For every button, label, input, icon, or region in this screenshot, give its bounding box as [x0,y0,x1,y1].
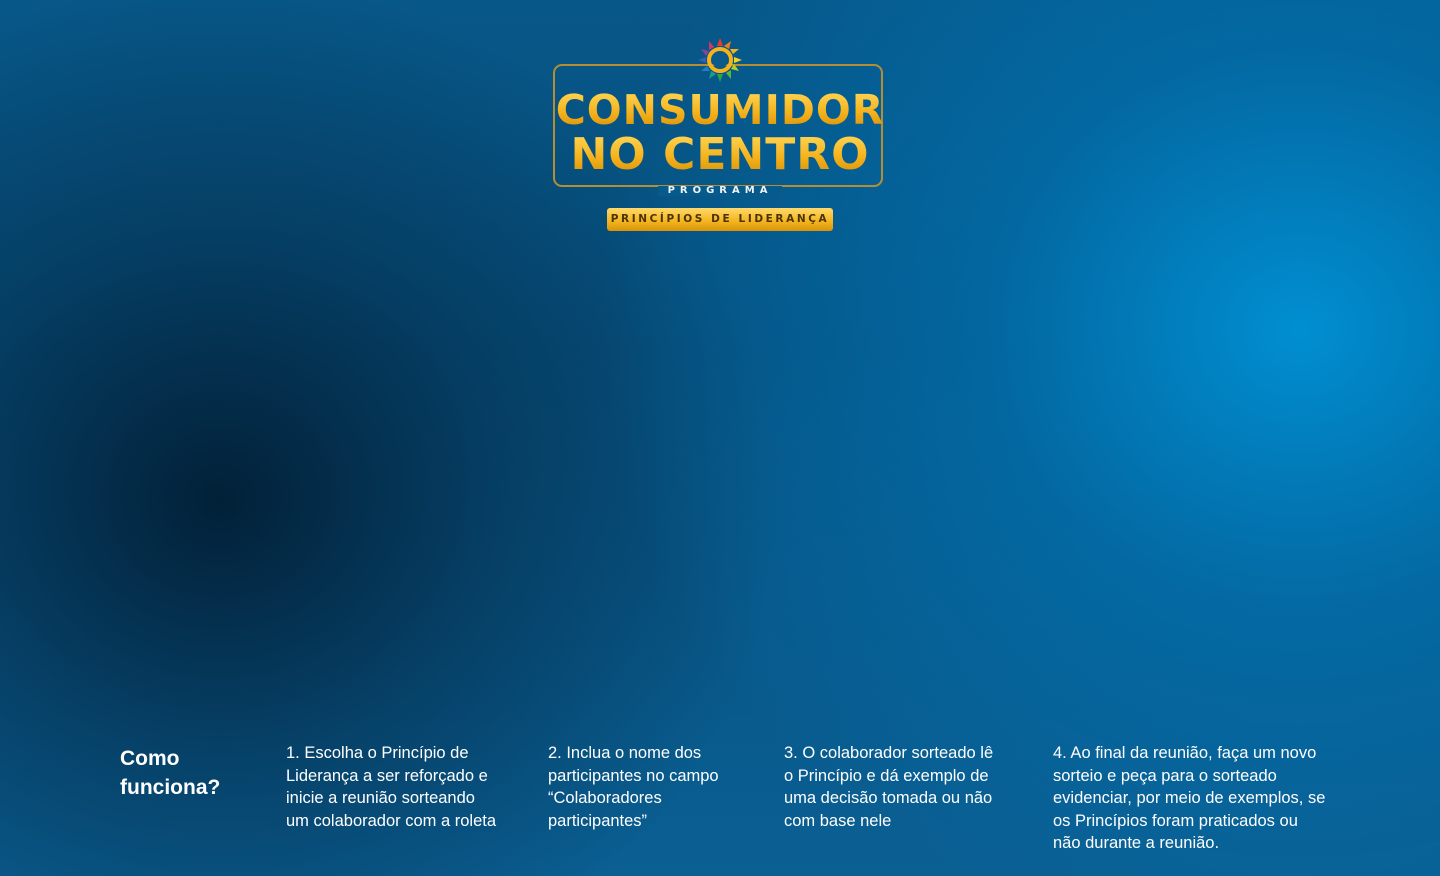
instruction-step-1: 1. Escolha o Princípio de Liderança a se… [286,742,518,832]
instruction-step-3: 3. O colaborador sorteado lê o Princípio… [784,742,1016,832]
logo-badge: PRINCÍPIOS DE LIDERANÇA [607,208,833,231]
heading-line: funciona? [120,776,221,799]
step-line: um colaborador com a roleta [286,811,497,830]
sun-ray [709,71,716,79]
step-line: 3. O colaborador sorteado lê [784,744,994,762]
sun-ray [730,49,739,54]
step-line: com base nele [784,811,892,830]
logo-title-line1: CONSUMIDOR [553,90,887,131]
sun-ray [731,64,739,71]
step-line: evidenciar, por meio de exemplos, se [1053,789,1326,807]
sun-ray [717,74,723,82]
step-line: Liderança a ser reforçado e [286,766,488,785]
step-line: 4. Ao final da reunião, faça um novo [1053,744,1317,762]
sun-ray [698,57,706,63]
logo-subtitle: PROGRAMA [553,181,887,197]
sun-ray [724,41,731,49]
step-line: participantes” [548,811,648,830]
sun-ray [709,41,714,50]
program-logo: CONSUMIDOR NO CENTRO PROGRAMA PRINCÍPIOS… [553,38,887,234]
sun-ray [701,49,709,56]
sun-ray [734,57,742,63]
step-line: o Princípio e dá exemplo de [784,766,989,785]
step-line: inicie a reunião sorteando [286,789,475,807]
sun-icon [698,38,742,82]
instruction-step-4: 4. Ao final da reunião, faça um novo sor… [1053,742,1353,855]
logo-title-line2: NO CENTRO [553,133,887,177]
step-line: “Colaboradores [548,789,662,807]
step-line: os Princípios foram praticados ou [1053,811,1298,830]
step-line: participantes no campo [548,766,719,785]
sun-ray [717,38,723,46]
step-line: não durante a reunião. [1053,834,1220,852]
sun-ray [701,66,710,71]
sun-ray [726,70,731,79]
instructions-heading: Como funciona? [120,744,250,802]
instruction-step-2: 2. Inclua o nome dos participantes no ca… [548,742,748,832]
step-line: uma decisão tomada ou não [784,789,993,807]
logo-subtitle-text: PROGRAMA [657,186,783,196]
heading-line: Como [120,747,180,770]
sun-center [712,52,728,68]
step-line: 2. Inclua o nome dos [548,744,702,762]
step-line: 1. Escolha o Princípio de [286,744,469,762]
page-background: CONSUMIDOR NO CENTRO PROGRAMA PRINCÍPIOS… [0,0,1440,876]
step-line: sorteio e peça para o sorteado [1053,766,1277,785]
